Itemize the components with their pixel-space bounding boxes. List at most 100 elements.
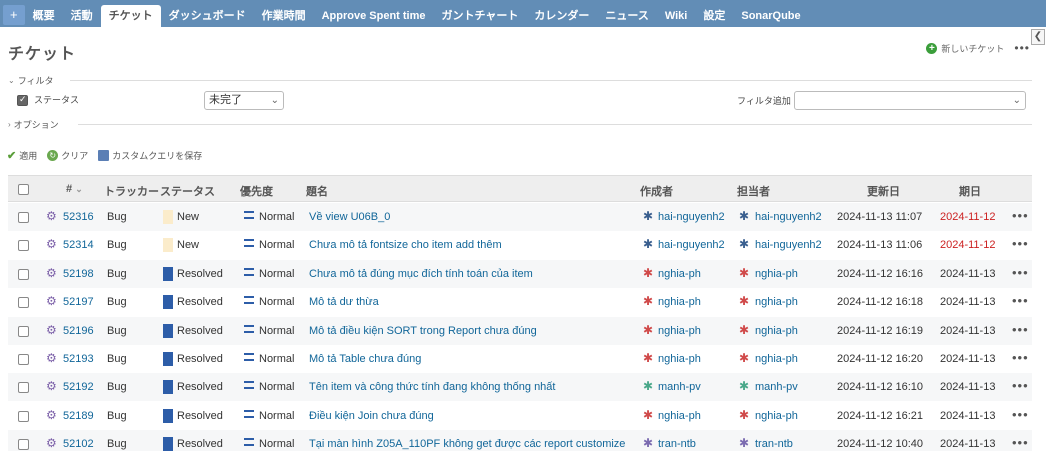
issue-id-link[interactable]: 52192 [63,381,94,393]
column-header-tracker[interactable]: トラッカー [104,183,159,199]
filters-legend[interactable]: ⌄ フィルタ [8,74,54,87]
author-link[interactable]: nghia-ph [658,268,701,280]
assignee-link[interactable]: hai-nguyenh2 [755,211,822,223]
author-link[interactable]: manh-pv [658,381,701,393]
nav-tab-11[interactable]: SonarQube [733,5,808,27]
issue-id-link[interactable]: 52197 [63,296,94,308]
table-row[interactable]: ⚙ 52198 Bug Resolved Normal Chưa mô tả đ… [8,259,1032,288]
subject-link[interactable]: Về view U06B_0 [309,211,390,223]
nav-tab-1[interactable]: 活動 [63,5,101,27]
nav-tab-7[interactable]: カレンダー [526,5,597,27]
row-actions-icon[interactable]: ••• [1012,407,1029,422]
assignee-link[interactable]: nghia-ph [755,353,798,365]
clear-button[interactable]: ↻ クリア [47,149,88,162]
table-row[interactable]: ⚙ 52102 Bug Resolved Normal Tại màn hình… [8,430,1032,451]
row-checkbox[interactable] [18,439,29,451]
row-actions-icon[interactable]: ••• [1012,293,1029,308]
due-date-cell: 2024-11-13 [940,438,996,451]
options-legend[interactable]: › オプション [8,118,59,131]
assignee-link[interactable]: nghia-ph [755,410,798,422]
issue-id-link[interactable]: 52193 [63,353,94,365]
column-header-subject[interactable]: 題名 [306,183,328,199]
column-header-id[interactable]: # ⌄ [66,183,83,195]
nav-tab-2[interactable]: チケット [100,5,161,27]
nav-tab-0[interactable]: 概要 [25,5,63,27]
subject-link[interactable]: Mô tả dư thừa [309,296,379,308]
row-checkbox[interactable] [18,297,29,309]
nav-tab-9[interactable]: Wiki [657,5,696,27]
row-actions-icon[interactable]: ••• [1012,350,1029,365]
subject-link[interactable]: Chưa mô tả fontsize cho item add thêm [309,239,502,251]
row-actions-icon[interactable]: ••• [1012,435,1029,450]
nav-tab-5[interactable]: Approve Spent time [314,5,434,27]
row-checkbox[interactable] [18,268,29,280]
assignee-link[interactable]: nghia-ph [755,268,798,280]
row-actions-icon[interactable]: ••• [1012,236,1029,251]
table-row[interactable]: ⚙ 52316 Bug New Normal Về view U06B_0 ✱ … [8,203,1032,231]
subject-link[interactable]: Tại màn hình Z05A_110PF không get được c… [309,438,625,450]
status-operator-select[interactable]: 未完了 ⌄ [204,91,284,110]
assignee-link[interactable]: manh-pv [755,381,798,393]
sidebar-toggle-icon[interactable]: ❮ [1031,29,1045,45]
add-filter-select[interactable]: ⌄ [794,91,1026,110]
author-link[interactable]: hai-nguyenh2 [658,211,725,223]
nav-tab-10[interactable]: 設定 [695,5,733,27]
save-query-button[interactable]: カスタムクエリを保存 [98,149,202,162]
issue-id-link[interactable]: 52314 [63,239,94,251]
row-actions-icon[interactable]: ••• [1012,265,1029,280]
row-actions-icon[interactable]: ••• [1012,322,1029,337]
assignee-link[interactable]: nghia-ph [755,296,798,308]
table-row[interactable]: ⚙ 52193 Bug Resolved Normal Mô tả Table … [8,345,1032,373]
column-header-author[interactable]: 作成者 [640,183,673,199]
assignee-link[interactable]: hai-nguyenh2 [755,239,822,251]
column-header-status[interactable]: ステータス [160,183,215,199]
author-link[interactable]: nghia-ph [658,325,701,337]
column-header-priority[interactable]: 優先度 [240,183,273,199]
status-filter-checkbox[interactable] [17,94,28,106]
issue-id-link[interactable]: 52189 [63,410,94,422]
subject-link[interactable]: Mô tả điều kiện SORT trong Report chưa đ… [309,325,537,337]
issue-id-link[interactable]: 52198 [63,268,94,280]
author-link[interactable]: tran-ntb [658,438,696,450]
nav-tab-4[interactable]: 作業時間 [254,5,314,27]
row-checkbox[interactable] [18,382,29,394]
author-link[interactable]: hai-nguyenh2 [658,239,725,251]
more-actions-icon[interactable]: ••• [1014,41,1030,55]
assignee-link[interactable]: nghia-ph [755,325,798,337]
issue-id-link[interactable]: 52316 [63,211,94,223]
row-actions-icon[interactable]: ••• [1012,208,1029,223]
author-link[interactable]: nghia-ph [658,353,701,365]
assignee-link[interactable]: tran-ntb [755,438,793,450]
status-cell: New [177,239,200,252]
row-checkbox[interactable] [18,325,29,337]
nav-tab-6[interactable]: ガントチャート [434,5,527,27]
author-link[interactable]: nghia-ph [658,410,701,422]
new-issue-link[interactable]: 新しいチケット [941,42,1004,55]
nav-tab-3[interactable]: ダッシュボード [161,5,254,27]
status-cell: Resolved [177,409,223,422]
new-object-button[interactable]: + [3,5,25,25]
subject-link[interactable]: Mô tả Table chưa đúng [309,353,421,365]
row-checkbox[interactable] [18,354,29,365]
issue-id-link[interactable]: 52196 [63,325,94,337]
column-header-updated[interactable]: 更新日 [867,183,900,199]
row-checkbox[interactable] [18,212,29,223]
row-checkbox[interactable] [18,240,29,252]
subject-link[interactable]: Tên item và công thức tính đang không th… [309,381,555,393]
column-header-due[interactable]: 期日 [959,183,981,199]
column-header-assignee[interactable]: 担当者 [737,183,770,199]
table-row[interactable]: ⚙ 52192 Bug Resolved Normal Tên item và … [8,373,1032,402]
apply-button[interactable]: ✔ 適用 [7,149,37,162]
table-row[interactable]: ⚙ 52314 Bug New Normal Chưa mô tả fontsi… [8,231,1032,260]
subject-link[interactable]: Điều kiện Join chưa đúng [309,410,434,422]
table-row[interactable]: ⚙ 52189 Bug Resolved Normal Điều kiện Jo… [8,401,1032,430]
table-row[interactable]: ⚙ 52197 Bug Resolved Normal Mô tả dư thừ… [8,288,1032,317]
row-actions-icon[interactable]: ••• [1012,378,1029,393]
nav-tab-8[interactable]: ニュース [597,5,656,27]
subject-link[interactable]: Chưa mô tả đúng mục đích tính toán của i… [309,268,533,280]
row-checkbox[interactable] [18,410,29,422]
table-row[interactable]: ⚙ 52196 Bug Resolved Normal Mô tả điều k… [8,316,1032,345]
issue-id-link[interactable]: 52102 [63,438,94,450]
author-link[interactable]: nghia-ph [658,296,701,308]
select-all-checkbox[interactable] [18,184,29,195]
